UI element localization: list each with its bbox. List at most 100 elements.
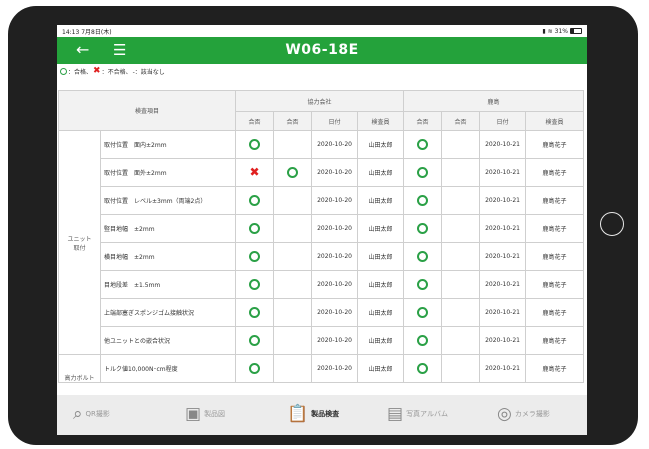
nav-qr[interactable]: ⌕ QR撮影: [73, 404, 110, 424]
section-label-unit: ユニット 取付: [58, 130, 101, 355]
pass-circle-icon: [249, 335, 261, 346]
result-cell[interactable]: [441, 242, 481, 271]
result-cell[interactable]: [403, 326, 443, 355]
result-cell[interactable]: [273, 354, 313, 383]
result-cell[interactable]: [273, 186, 313, 215]
date-cell: 2020-10-20: [311, 326, 359, 355]
date-cell: 2020-10-20: [311, 186, 359, 215]
item-label: 取付位置 面外±2mm: [99, 158, 237, 187]
result-cell[interactable]: [235, 326, 275, 355]
result-cell[interactable]: [403, 186, 443, 215]
item-label: 竪目地幅 ±2mm: [99, 214, 237, 243]
result-cell[interactable]: [403, 158, 443, 187]
inspector-cell: 山田太郎: [357, 298, 405, 327]
result-cell[interactable]: [273, 242, 313, 271]
pass-circle-icon: [60, 67, 67, 75]
result-cell[interactable]: [273, 326, 313, 355]
result-cell[interactable]: [441, 214, 481, 243]
table-row: 取付位置 面外±2mm ✖ 2020-10-20 山田太郎 2020-10-21 鹿島花子: [59, 158, 585, 187]
pass-circle-icon: [417, 195, 429, 206]
date-cell: 2020-10-20: [311, 130, 359, 159]
result-cell[interactable]: [235, 186, 275, 215]
result-cell[interactable]: [403, 242, 443, 271]
subheader: 検査員: [357, 111, 405, 131]
result-cell[interactable]: [403, 354, 443, 383]
pass-circle-icon: [249, 363, 261, 374]
nav-camera[interactable]: ◎ カメラ撮影: [497, 404, 550, 424]
inspection-table: 検査項目 協力会社 鹿島 合否 合否 日付 検査員 合否 合否 日付 検査員 ユ…: [57, 90, 585, 383]
pass-circle-icon: [417, 363, 429, 374]
pass-circle-icon: [417, 139, 429, 150]
bottom-nav: ⌕ QR撮影 ▣ 製品図 📋 製品検査 ▤ 写真アルバム ◎ カメラ撮影: [57, 395, 587, 435]
nav-inspection[interactable]: 📋 製品検査: [287, 404, 339, 424]
inspector-cell: 山田太郎: [357, 130, 405, 159]
result-cell[interactable]: ✖: [235, 158, 275, 187]
result-cell[interactable]: [441, 158, 481, 187]
result-cell[interactable]: [403, 270, 443, 299]
home-button[interactable]: [600, 212, 624, 236]
date-cell: 2020-10-20: [311, 270, 359, 299]
date-cell: 2020-10-21: [479, 298, 527, 327]
date-cell: 2020-10-21: [479, 158, 527, 187]
inspector-cell: 鹿島花子: [525, 214, 585, 243]
table-row: 上端部塞ぎスポンジゴム接触状況 2020-10-20 山田太郎 2020-10-21 鹿…: [59, 298, 585, 327]
date-cell: 2020-10-21: [479, 186, 527, 215]
result-cell[interactable]: [235, 242, 275, 271]
pass-circle-icon: [417, 167, 429, 178]
pass-circle-icon: [249, 251, 261, 262]
battery-percent: 31%: [554, 27, 568, 35]
status-bar: 14:13 7月8日(木) ▮ ≋ 31%: [57, 25, 587, 37]
inspector-cell: 山田太郎: [357, 270, 405, 299]
table-row: ユニット 取付 取付位置 面内±2mm 2020-10-20 山田太郎 2020-10-…: [58, 130, 585, 355]
inspector-cell: 鹿島花子: [525, 298, 585, 327]
result-cell[interactable]: [403, 130, 443, 159]
result-cell[interactable]: [235, 270, 275, 299]
result-cell[interactable]: [235, 298, 275, 327]
nav-drawing[interactable]: ▣ 製品図: [185, 404, 225, 424]
result-cell[interactable]: [235, 130, 275, 159]
subheader: 日付: [311, 111, 359, 131]
result-cell[interactable]: [441, 298, 481, 327]
result-cell[interactable]: [273, 130, 313, 159]
date-cell: 2020-10-21: [479, 354, 527, 383]
pass-circle-icon: [249, 223, 261, 234]
result-cell[interactable]: [441, 270, 481, 299]
date-cell: 2020-10-21: [479, 242, 527, 271]
nav-album[interactable]: ▤ 写真アルバム: [387, 404, 448, 424]
date-cell: 2020-10-21: [479, 214, 527, 243]
item-label: 目地段差 ±1.5mm: [99, 270, 237, 299]
result-cell[interactable]: [273, 214, 313, 243]
result-cell[interactable]: [273, 298, 313, 327]
table-row: 横目地幅 ±2mm 2020-10-20 山田太郎 2020-10-21 鹿島花子: [59, 242, 585, 271]
group-header-kajima: 鹿島: [403, 90, 585, 112]
item-label: トルク値10,000N･cm程度: [99, 354, 237, 383]
result-cell[interactable]: [441, 354, 481, 383]
subheader: 検査員: [525, 111, 585, 131]
legend-na: -：該当なし: [132, 68, 165, 76]
status-datetime: 14:13 7月8日(木): [62, 28, 112, 36]
date-cell: 2020-10-20: [311, 214, 359, 243]
subheader: 日付: [479, 111, 527, 131]
date-cell: 2020-10-20: [311, 242, 359, 271]
result-cell[interactable]: [273, 158, 313, 187]
result-cell[interactable]: [441, 186, 481, 215]
table-row: 取付位置 レベル±3mm（両端2点） 2020-10-20 山田太郎 2020-10-…: [59, 186, 585, 215]
result-cell[interactable]: [273, 270, 313, 299]
date-cell: 2020-10-20: [311, 354, 359, 383]
inspector-cell: 山田太郎: [357, 186, 405, 215]
item-label: 上端部塞ぎスポンジゴム接触状況: [99, 298, 237, 327]
date-cell: 2020-10-20: [311, 158, 359, 187]
result-cell[interactable]: [403, 298, 443, 327]
result-cell[interactable]: [235, 354, 275, 383]
inspector-cell: 山田太郎: [357, 354, 405, 383]
result-cell[interactable]: [403, 214, 443, 243]
result-cell[interactable]: [441, 326, 481, 355]
legend-fail: ：不合格、: [101, 68, 132, 76]
subheader: 合否: [273, 111, 313, 131]
pass-circle-icon: [417, 251, 429, 262]
result-cell[interactable]: [441, 130, 481, 159]
pass-circle-icon: [417, 335, 429, 346]
pass-circle-icon: [249, 279, 261, 290]
result-cell[interactable]: [235, 214, 275, 243]
inspector-cell: 鹿島花子: [525, 242, 585, 271]
